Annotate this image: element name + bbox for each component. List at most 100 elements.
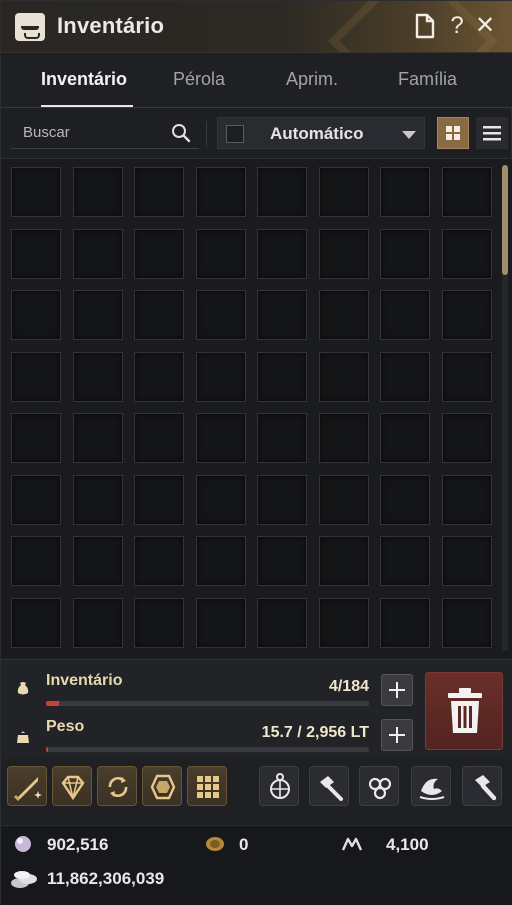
inventory-slot[interactable] xyxy=(442,475,492,525)
grid-view-button[interactable] xyxy=(437,117,469,149)
inventory-slot[interactable] xyxy=(380,475,430,525)
inventory-slot[interactable] xyxy=(442,167,492,217)
inventory-slot[interactable] xyxy=(380,167,430,217)
inventory-slot[interactable] xyxy=(319,475,369,525)
coin-amount: 0 xyxy=(239,835,249,854)
active-tab-indicator xyxy=(41,105,133,107)
inventory-slot[interactable] xyxy=(442,413,492,463)
help-button[interactable]: ? xyxy=(445,13,469,39)
inventory-slot[interactable] xyxy=(319,536,369,586)
title-bar[interactable]: Inventário ? ✕ xyxy=(1,1,512,53)
expand-inventory-button[interactable] xyxy=(381,674,413,706)
expand-weight-button[interactable] xyxy=(381,719,413,751)
inventory-slot[interactable] xyxy=(319,598,369,648)
inventory-slot[interactable] xyxy=(257,598,307,648)
sort-checkbox[interactable] xyxy=(226,125,244,143)
inventory-slot[interactable] xyxy=(11,598,61,648)
inventory-slot[interactable] xyxy=(319,352,369,402)
divider xyxy=(206,121,207,147)
inventory-slot[interactable] xyxy=(442,290,492,340)
inventory-slot[interactable] xyxy=(196,229,246,279)
inventory-slot[interactable] xyxy=(196,352,246,402)
compass-ornament-icon[interactable] xyxy=(259,766,299,806)
inventory-slot[interactable] xyxy=(196,167,246,217)
inventory-slot[interactable] xyxy=(11,290,61,340)
inventory-slot[interactable] xyxy=(196,475,246,525)
inventory-slot[interactable] xyxy=(134,167,184,217)
wave-splash-icon[interactable] xyxy=(411,766,451,806)
inventory-slot[interactable] xyxy=(73,536,123,586)
crystal-icon[interactable] xyxy=(142,766,182,806)
inventory-slot[interactable] xyxy=(257,290,307,340)
grid-box-icon[interactable] xyxy=(187,766,227,806)
triskelion-icon[interactable] xyxy=(359,766,399,806)
inventory-slot[interactable] xyxy=(319,167,369,217)
search-icon[interactable] xyxy=(171,123,191,143)
inventory-slot[interactable] xyxy=(11,536,61,586)
inventory-slot[interactable] xyxy=(134,290,184,340)
inventory-slot[interactable] xyxy=(380,598,430,648)
inventory-slot[interactable] xyxy=(196,413,246,463)
inventory-slot[interactable] xyxy=(73,352,123,402)
inventory-slot[interactable] xyxy=(380,536,430,586)
inventory-slot[interactable] xyxy=(257,352,307,402)
document-icon[interactable] xyxy=(413,13,437,39)
scroll-thumb[interactable] xyxy=(502,165,508,275)
scrollbar[interactable] xyxy=(502,165,508,651)
inventory-slot[interactable] xyxy=(442,352,492,402)
sort-dropdown[interactable]: Automático xyxy=(217,117,425,149)
inventory-slot[interactable] xyxy=(257,475,307,525)
inventory-slot[interactable] xyxy=(380,352,430,402)
search-input[interactable] xyxy=(11,117,161,147)
inventory-slot[interactable] xyxy=(134,598,184,648)
list-view-button[interactable] xyxy=(476,117,508,149)
inventory-slot[interactable] xyxy=(11,475,61,525)
inventory-slot[interactable] xyxy=(11,413,61,463)
close-button[interactable]: ✕ xyxy=(473,13,497,39)
inventory-slot[interactable] xyxy=(442,598,492,648)
inventory-slot[interactable] xyxy=(134,475,184,525)
tab-perola[interactable]: Pérola xyxy=(173,69,225,90)
inventory-slot[interactable] xyxy=(257,413,307,463)
inventory-slot[interactable] xyxy=(134,229,184,279)
inventory-slot[interactable] xyxy=(257,536,307,586)
silver-icon xyxy=(11,871,37,888)
inventory-slot[interactable] xyxy=(196,536,246,586)
inventory-slot[interactable] xyxy=(73,290,123,340)
inventory-slot[interactable] xyxy=(134,536,184,586)
inventory-slot[interactable] xyxy=(73,598,123,648)
inventory-slot[interactable] xyxy=(380,229,430,279)
window-title: Inventário xyxy=(57,13,165,38)
inventory-slot[interactable] xyxy=(319,413,369,463)
inventory-slot[interactable] xyxy=(257,167,307,217)
inventory-slot[interactable] xyxy=(134,352,184,402)
inventory-slot[interactable] xyxy=(319,290,369,340)
inventory-slot[interactable] xyxy=(11,352,61,402)
inventory-slot[interactable] xyxy=(196,598,246,648)
gem-refine-icon[interactable] xyxy=(52,766,92,806)
inventory-slot[interactable] xyxy=(134,413,184,463)
inventory-slot[interactable] xyxy=(257,229,307,279)
tab-aprim[interactable]: Aprim. xyxy=(286,69,338,90)
sword-sparkle-icon[interactable] xyxy=(7,766,47,806)
inventory-slot[interactable] xyxy=(73,229,123,279)
chevron-down-icon xyxy=(402,131,416,139)
inventory-slot[interactable] xyxy=(380,413,430,463)
inventory-slot[interactable] xyxy=(442,229,492,279)
inventory-slot[interactable] xyxy=(319,229,369,279)
hammer-icon[interactable] xyxy=(309,766,349,806)
repair-hammer-icon[interactable] xyxy=(462,766,502,806)
tab-familia[interactable]: Família xyxy=(398,69,457,90)
trash-button[interactable] xyxy=(425,672,503,750)
inventory-slot[interactable] xyxy=(73,167,123,217)
cycle-item-icon[interactable] xyxy=(97,766,137,806)
inventory-slot[interactable] xyxy=(380,290,430,340)
inventory-slot[interactable] xyxy=(11,167,61,217)
tab-inventario[interactable]: Inventário xyxy=(41,69,127,90)
mileage-amount: 4,100 xyxy=(386,835,429,854)
inventory-slot[interactable] xyxy=(73,413,123,463)
inventory-slot[interactable] xyxy=(11,229,61,279)
inventory-slot[interactable] xyxy=(442,536,492,586)
inventory-slot[interactable] xyxy=(196,290,246,340)
inventory-slot[interactable] xyxy=(73,475,123,525)
